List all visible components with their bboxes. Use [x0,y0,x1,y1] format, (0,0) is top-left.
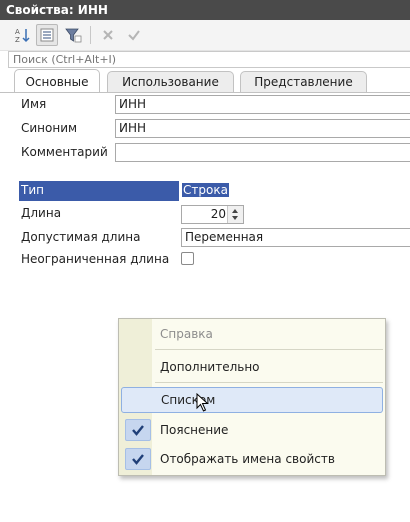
unlimited-length-checkbox[interactable] [181,252,194,265]
mouse-pointer-icon [196,392,210,416]
menu-separator [155,349,383,350]
type-value[interactable]: Строка [182,181,229,201]
arrow-down-icon[interactable] [232,216,238,220]
name-field[interactable]: ИНН [115,95,410,114]
stepper-arrows[interactable] [227,206,243,223]
menu-item-list[interactable]: Списком [121,387,383,413]
allowed-length-field[interactable]: Переменная [181,228,410,247]
allowed-length-label: Допустимая длина [21,230,141,244]
checkmark-icon [125,448,151,470]
svg-text:A: A [15,28,20,36]
synonym-label: Синоним [21,121,78,135]
menu-item-label: Справка [160,327,213,341]
filter-icon[interactable] [62,24,84,46]
check-icon[interactable] [123,24,145,46]
tabs-divider [0,92,410,93]
search-input[interactable] [8,51,410,68]
menu-item-label: Дополнительно [160,360,260,374]
length-stepper[interactable]: 20 [181,205,244,224]
unlimited-length-label: Неограниченная длина [21,252,170,266]
menu-item-help[interactable]: Справка [121,321,383,347]
comment-label: Комментарий [21,145,108,159]
tab-presentation[interactable]: Представление [240,71,367,92]
tab-basic[interactable]: Основные [14,69,100,93]
context-menu: Справка Дополнительно Списком Пояснение … [118,318,386,476]
close-icon[interactable] [97,24,119,46]
window-title: Свойства: ИНН [0,0,410,20]
synonym-field[interactable]: ИНН [115,119,410,138]
type-label[interactable]: Тип [19,181,179,201]
toolbar-separator [90,26,91,44]
length-value: 20 [210,207,226,221]
menu-item-advanced[interactable]: Дополнительно [121,354,383,380]
sort-az-icon[interactable]: A Z [12,24,34,46]
menu-item-label: Пояснение [160,423,229,437]
arrow-up-icon[interactable] [232,209,238,213]
menu-item-label: Отображать имена свойств [160,452,335,466]
category-view-icon[interactable] [36,24,58,46]
type-value-text: Строка [182,183,229,197]
tab-bar: Основные Использование Представление [0,69,410,93]
tab-usage[interactable]: Использование [107,71,234,92]
menu-item-explanation[interactable]: Пояснение [121,417,383,443]
toolbar: A Z [0,20,410,51]
name-label: Имя [21,97,47,111]
svg-text:Z: Z [15,36,20,44]
length-label: Длина [21,206,62,220]
menu-item-show-property-names[interactable]: Отображать имена свойств [121,446,383,472]
checkmark-icon [125,419,151,441]
menu-separator [155,382,383,383]
comment-field[interactable] [115,143,410,162]
